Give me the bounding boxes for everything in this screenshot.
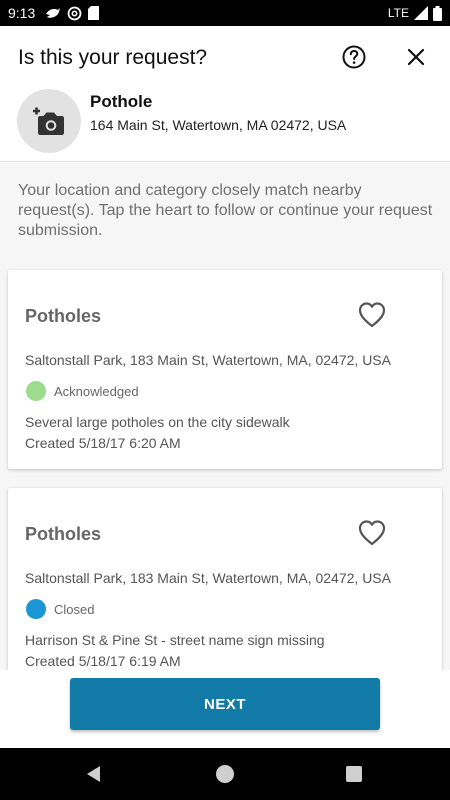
bird-icon [45, 6, 61, 20]
card-address: Saltonstall Park, 183 Main St, Watertown… [25, 570, 391, 586]
back-icon[interactable] [84, 764, 104, 784]
at-sign-icon [67, 6, 82, 21]
page-title: Is this your request? [18, 46, 208, 69]
request-card[interactable]: Potholes Saltonstall Park, 183 Main St, … [8, 270, 442, 469]
intro-text: Your location and category closely match… [18, 182, 433, 239]
request-header: Is this your request? Pothole 164 Main S… [0, 26, 450, 162]
card-title: Potholes [25, 524, 102, 544]
footer: NEXT [0, 670, 450, 748]
close-icon [407, 48, 425, 66]
signal-icon [414, 6, 428, 20]
card-created-date: Created 5/18/17 6:20 AM [25, 435, 181, 451]
card-address: Saltonstall Park, 183 Main St, Watertown… [25, 352, 391, 368]
close-button[interactable] [403, 44, 429, 70]
request-category: Pothole [90, 92, 153, 111]
request-address: 164 Main St, Watertown, MA 02472, USA [90, 117, 347, 133]
help-button[interactable] [341, 44, 367, 70]
request-card[interactable]: Potholes Saltonstall Park, 183 Main St, … [8, 488, 442, 670]
card-created-date: Created 5/18/17 6:19 AM [25, 653, 181, 669]
home-icon[interactable] [216, 765, 234, 783]
sd-card-icon [88, 6, 100, 20]
battery-icon [433, 5, 442, 21]
content-area[interactable]: Your location and category closely match… [0, 163, 450, 670]
add-photo-button[interactable] [17, 89, 81, 153]
status-dot-icon [26, 599, 46, 619]
card-title: Potholes [25, 306, 102, 326]
recents-icon[interactable] [346, 766, 362, 782]
card-description: Harrison St & Pine St - street name sign… [25, 632, 325, 648]
status-time: 9:13 [8, 5, 36, 21]
status-row: Closed [26, 599, 94, 619]
status-row: Acknowledged [26, 381, 139, 401]
system-icons: LTE [387, 5, 442, 21]
status-label: Closed [54, 601, 95, 617]
help-circle-icon [342, 45, 366, 69]
add-photo-icon [33, 107, 64, 135]
next-button[interactable]: NEXT [70, 678, 380, 730]
heart-icon [358, 302, 386, 328]
follow-button[interactable] [357, 518, 387, 548]
heart-icon [358, 520, 386, 546]
status-bar: 9:13 LTE [0, 0, 450, 26]
notification-icons [45, 6, 100, 21]
card-description: Several large potholes on the city sidew… [25, 414, 290, 430]
status-dot-icon [26, 381, 46, 401]
navigation-bar [0, 748, 450, 800]
follow-button[interactable] [357, 300, 387, 330]
network-type: LTE [387, 6, 409, 20]
status-label: Acknowledged [54, 383, 139, 399]
